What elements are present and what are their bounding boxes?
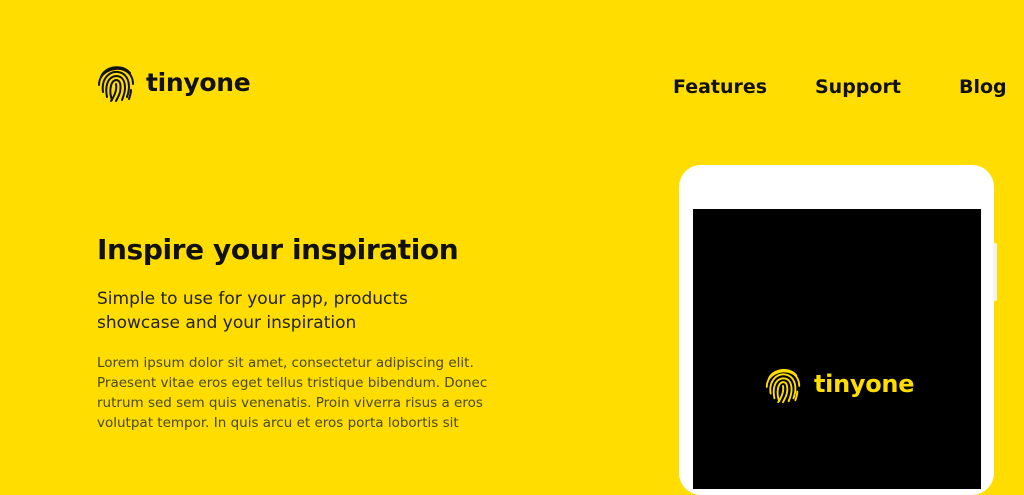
phone-side-button <box>993 243 997 301</box>
main-nav: Features Support Blog <box>0 75 1024 99</box>
hero-title: Inspire your inspiration <box>97 233 459 266</box>
screen-brand-name: tinyone <box>814 370 915 398</box>
hero-subtitle: Simple to use for your app, products sho… <box>97 289 408 333</box>
fingerprint-icon <box>765 368 801 404</box>
screen-brand-logo: tinyone <box>762 363 914 405</box>
phone-screen: tinyone <box>693 209 981 489</box>
phone-mockup: tinyone <box>679 165 997 495</box>
nav-link-support[interactable]: Support <box>815 75 901 99</box>
hero-body-text: Lorem ipsum dolor sit amet, consectetur … <box>97 355 488 431</box>
nav-link-blog[interactable]: Blog <box>959 75 1007 99</box>
nav-link-features[interactable]: Features <box>673 75 767 99</box>
